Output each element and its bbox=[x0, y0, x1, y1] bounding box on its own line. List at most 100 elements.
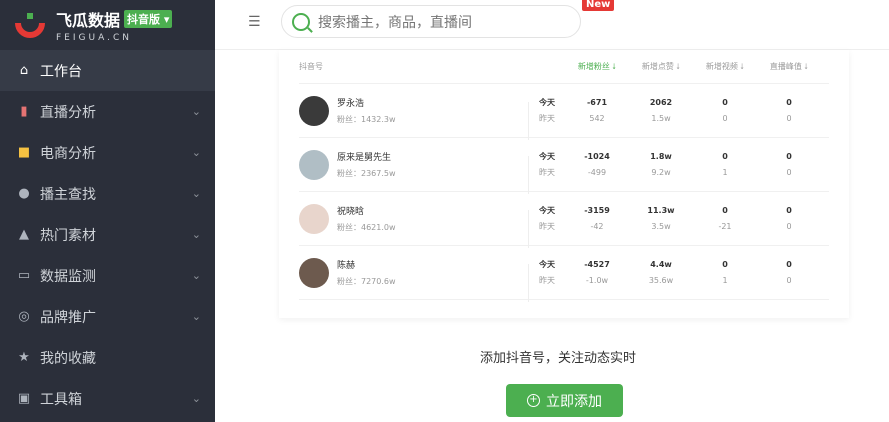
fan-count: 粉丝：7270.6w bbox=[337, 277, 396, 286]
account-name[interactable]: 陈赫 bbox=[337, 258, 396, 271]
table-row[interactable]: 祝晓晗粉丝：4621.0w 今天昨天 -3159 -42 11.3w 3.5w 0 -… bbox=[299, 192, 829, 248]
col-live-peak[interactable]: 直播峰值 ⭣ bbox=[757, 61, 821, 72]
add-account-button[interactable]: + 立即添加 bbox=[506, 384, 623, 417]
today-new-fans: -3159 bbox=[584, 205, 610, 215]
today-new-videos: 0 bbox=[722, 205, 728, 215]
search-icon: ● bbox=[18, 186, 30, 201]
chevron-down-icon: ⌄ bbox=[191, 310, 201, 323]
today-label: 今天 bbox=[539, 205, 555, 215]
table-row[interactable]: 罗永浩粉丝：1432.3w 今天昨天 -671 542 2062 1.5w 0 0 0… bbox=[299, 84, 829, 140]
yesterday-label: 昨天 bbox=[539, 275, 555, 285]
today-new-videos: 0 bbox=[722, 151, 728, 161]
sidebar-item-label: 我的收藏 bbox=[40, 350, 96, 367]
avatar[interactable] bbox=[299, 203, 329, 234]
col-new-fans[interactable]: 新增粉丝 ⭣ bbox=[565, 61, 629, 72]
star-icon: ★ bbox=[18, 350, 30, 365]
account-name[interactable]: 罗永浩 bbox=[337, 96, 396, 109]
account-name[interactable]: 原来是舅先生 bbox=[337, 150, 396, 163]
table-row[interactable]: 陈赫粉丝：7270.6w 今天昨天 -4527 -1.0w 4.4w 35.6w 0… bbox=[299, 246, 829, 302]
sidebar-item-label: 播主查找 bbox=[40, 186, 96, 203]
add-account-button-label: 立即添加 bbox=[546, 393, 602, 410]
sidebar-item-brand-promo[interactable]: ◎ 品牌推广 ⌄ bbox=[0, 296, 215, 337]
today-new-videos: 0 bbox=[722, 97, 728, 107]
avatar[interactable] bbox=[299, 149, 329, 180]
today-new-videos: 0 bbox=[722, 259, 728, 269]
yesterday-new-likes: 1.5w bbox=[651, 113, 671, 123]
yesterday-new-likes: 35.6w bbox=[648, 275, 674, 285]
brand[interactable]: 飞瓜数据 抖音版 ▾ FEIGUA.CN bbox=[0, 0, 215, 50]
toolbox-icon: ▣ bbox=[17, 391, 31, 406]
yesterday-new-fans: -499 bbox=[587, 167, 607, 177]
today-label: 今天 bbox=[539, 97, 555, 107]
yesterday-new-videos: 0 bbox=[722, 113, 728, 123]
sidebar-item-favorites[interactable]: ★ 我的收藏 bbox=[0, 337, 215, 378]
sidebar-item-data-monitor[interactable]: ▭ 数据监测 ⌄ bbox=[0, 255, 215, 296]
chevron-down-icon: ⌄ bbox=[191, 392, 201, 405]
today-live-peak: 0 bbox=[786, 259, 792, 269]
yesterday-new-videos: 1 bbox=[722, 167, 728, 177]
yesterday-live-peak: 0 bbox=[786, 113, 792, 123]
yesterday-label: 昨天 bbox=[539, 113, 555, 123]
version-badge[interactable]: 抖音版 ▾ bbox=[124, 10, 173, 28]
today-live-peak: 0 bbox=[786, 97, 792, 107]
sidebar-item-live-analysis[interactable]: ▮ 直播分析 ⌄ bbox=[0, 91, 215, 132]
bag-icon: ■ bbox=[17, 145, 31, 160]
yesterday-new-fans: 542 bbox=[589, 113, 605, 123]
main-content: 抖音号 新增粉丝 ⭣ 新增点赞 ⭣ 新增视频 ⭣ 直播峰值 ⭣ 罗永浩粉丝：14… bbox=[215, 50, 889, 422]
yesterday-new-likes: 3.5w bbox=[651, 221, 671, 231]
yesterday-live-peak: 0 bbox=[786, 167, 792, 177]
yesterday-live-peak: 0 bbox=[786, 275, 792, 285]
sidebar-item-hot-material[interactable]: ▲ 热门素材 ⌄ bbox=[0, 214, 215, 255]
today-new-fans: -671 bbox=[586, 97, 608, 107]
today-new-fans: -4527 bbox=[584, 259, 610, 269]
yesterday-label: 昨天 bbox=[539, 167, 555, 177]
fan-count: 粉丝：1432.3w bbox=[337, 115, 396, 124]
table-header: 抖音号 新增粉丝 ⭣ 新增点赞 ⭣ 新增视频 ⭣ 直播峰值 ⭣ bbox=[299, 50, 829, 84]
search-input[interactable] bbox=[318, 13, 558, 30]
today-label: 今天 bbox=[539, 151, 555, 161]
col-new-videos[interactable]: 新增视频 ⭣ bbox=[693, 61, 757, 72]
sidebar: 飞瓜数据 抖音版 ▾ FEIGUA.CN ⌂ 工作台 ▮ 直播分析 ⌄ ■ 电商… bbox=[0, 0, 215, 422]
today-new-fans: -1024 bbox=[584, 151, 610, 161]
brand-icon: ◎ bbox=[18, 309, 30, 324]
avatar[interactable] bbox=[299, 95, 329, 126]
today-new-likes: 11.3w bbox=[647, 205, 675, 215]
today-label: 今天 bbox=[539, 259, 555, 269]
brand-name: 飞瓜数据 bbox=[56, 11, 121, 30]
fan-count: 粉丝：2367.5w bbox=[337, 169, 396, 178]
sidebar-item-label: 数据监测 bbox=[40, 268, 96, 285]
today-new-likes: 4.4w bbox=[650, 259, 672, 269]
sidebar-item-label: 电商分析 bbox=[40, 145, 96, 162]
sidebar-item-label: 工作台 bbox=[40, 63, 82, 80]
fan-count: 粉丝：4621.0w bbox=[337, 223, 396, 232]
yesterday-new-videos: -21 bbox=[718, 221, 732, 231]
sidebar-item-workbench[interactable]: ⌂ 工作台 bbox=[0, 50, 215, 91]
feigua-logo-icon bbox=[14, 9, 46, 41]
account-name[interactable]: 祝晓晗 bbox=[337, 204, 396, 217]
brand-domain: FEIGUA.CN bbox=[56, 33, 132, 43]
new-badge: New bbox=[582, 0, 615, 11]
search-box[interactable] bbox=[281, 5, 581, 38]
today-new-likes: 2062 bbox=[649, 97, 673, 107]
sidebar-item-ecommerce[interactable]: ■ 电商分析 ⌄ bbox=[0, 132, 215, 173]
col-account: 抖音号 bbox=[299, 62, 323, 71]
yesterday-new-fans: -42 bbox=[590, 221, 604, 231]
col-new-likes[interactable]: 新增点赞 ⭣ bbox=[629, 61, 693, 72]
yesterday-new-videos: 1 bbox=[722, 275, 728, 285]
bar-chart-icon: ▮ bbox=[20, 104, 28, 119]
home-icon: ⌂ bbox=[19, 63, 29, 78]
today-live-peak: 0 bbox=[786, 151, 792, 161]
avatar[interactable] bbox=[299, 257, 329, 288]
table-row[interactable]: 原来是舅先生 粉丝：2367.5w 今天 昨天 -1024 -499 1.8w 9.2w… bbox=[299, 138, 829, 194]
menu-toggle-icon[interactable]: ☰ bbox=[248, 14, 264, 30]
yesterday-new-fans: -1.0w bbox=[585, 275, 609, 285]
sidebar-item-label: 热门素材 bbox=[40, 227, 96, 244]
fire-icon: ▲ bbox=[19, 227, 29, 242]
plus-icon: + bbox=[527, 394, 540, 407]
sidebar-item-label: 工具箱 bbox=[40, 391, 82, 408]
sidebar-item-streamer-search[interactable]: ● 播主查找 ⌄ bbox=[0, 173, 215, 214]
sidebar-item-label: 品牌推广 bbox=[40, 309, 96, 326]
yesterday-label: 昨天 bbox=[539, 221, 555, 231]
today-live-peak: 0 bbox=[786, 205, 792, 215]
sidebar-item-toolbox[interactable]: ▣ 工具箱 ⌄ bbox=[0, 378, 215, 419]
